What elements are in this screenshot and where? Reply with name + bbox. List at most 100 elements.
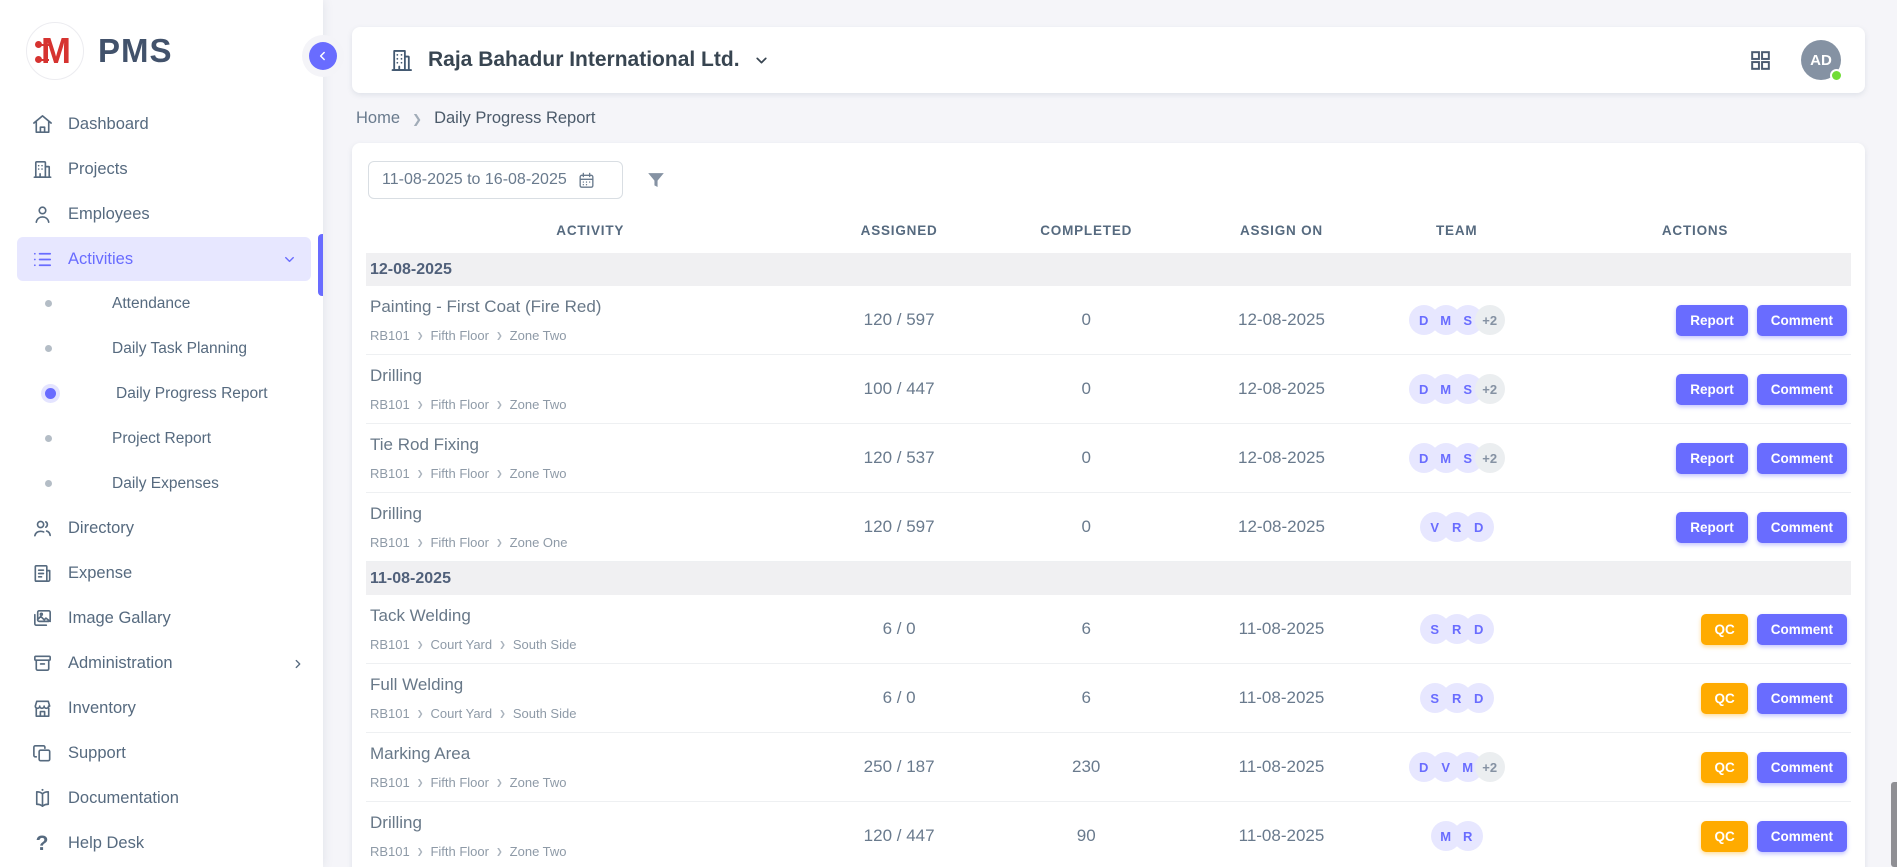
date-range-input[interactable]: 11-08-2025 to 16-08-2025 <box>368 161 623 199</box>
sidebar-item-daily-task-planning[interactable]: Daily Task Planning <box>0 326 323 371</box>
path-separator-icon: ❯ <box>499 640 506 649</box>
report-button[interactable]: Report <box>1676 305 1748 336</box>
building-icon <box>388 47 415 74</box>
path-separator-icon: ❯ <box>417 538 424 547</box>
sidebar-item-label: Image Gallary <box>68 609 171 628</box>
qc-button[interactable]: QC <box>1701 614 1747 645</box>
top-header: Raja Bahadur International Ltd. AD <box>352 27 1865 93</box>
team-avatars: MR <box>1374 821 1539 851</box>
qc-button[interactable]: QC <box>1701 821 1747 852</box>
sidebar-item-documentation[interactable]: Documentation <box>0 776 323 821</box>
table-row: Drilling RB101❯Fifth Floor❯Zone Two 100 … <box>366 355 1851 424</box>
assigned-value: 6 / 0 <box>814 688 983 708</box>
online-status-dot <box>1830 69 1843 82</box>
comment-button[interactable]: Comment <box>1757 821 1847 852</box>
sidebar-item-help-desk[interactable]: ? Help Desk <box>0 821 323 866</box>
sidebar-item-employees[interactable]: Employees <box>0 192 323 237</box>
assign-on-value: 11-08-2025 <box>1189 757 1375 777</box>
user-avatar[interactable]: AD <box>1801 40 1841 80</box>
breadcrumb-home-link[interactable]: Home <box>356 109 400 128</box>
path-segment: South Side <box>513 637 577 652</box>
column-header-activity: ACTIVITY <box>366 223 814 238</box>
comment-button[interactable]: Comment <box>1757 683 1847 714</box>
comment-button[interactable]: Comment <box>1757 374 1847 405</box>
chevron-left-icon <box>316 49 330 63</box>
sidebar-item-support[interactable]: Support <box>0 731 323 776</box>
bullet-icon <box>45 345 52 352</box>
path-segment: Fifth Floor <box>430 775 489 790</box>
sidebar-item-daily-expenses[interactable]: Daily Expenses <box>0 461 323 506</box>
team-more-badge: +2 <box>1475 443 1505 473</box>
actions-cell: Report Comment <box>1539 512 1851 543</box>
apps-grid-button[interactable] <box>1742 42 1779 79</box>
sidebar-item-label: Expense <box>68 564 132 583</box>
sidebar-item-inventory[interactable]: Inventory <box>0 686 323 731</box>
sidebar-item-label: Projects <box>68 160 128 179</box>
assigned-value: 120 / 537 <box>814 448 983 468</box>
store-icon <box>30 697 54 721</box>
comment-button[interactable]: Comment <box>1757 512 1847 543</box>
sidebar-item-label: Inventory <box>68 699 136 718</box>
sidebar-collapse-button[interactable] <box>309 42 337 70</box>
active-section-indicator <box>318 234 323 296</box>
assigned-value: 120 / 597 <box>814 310 983 330</box>
report-button[interactable]: Report <box>1676 512 1748 543</box>
sidebar-item-directory[interactable]: Directory <box>0 506 323 551</box>
comment-button[interactable]: Comment <box>1757 443 1847 474</box>
copy-icon <box>30 742 54 766</box>
receipt-icon <box>30 562 54 586</box>
qc-button[interactable]: QC <box>1701 683 1747 714</box>
breadcrumb-current: Daily Progress Report <box>434 109 595 128</box>
completed-value: 90 <box>984 826 1189 846</box>
comment-button[interactable]: Comment <box>1757 305 1847 336</box>
main-content: Raja Bahadur International Ltd. AD Home … <box>323 0 1897 867</box>
activity-title: Drilling <box>370 813 808 833</box>
completed-value: 0 <box>984 379 1189 399</box>
sidebar-item-dashboard[interactable]: Dashboard <box>0 102 323 147</box>
sidebar-item-project-report[interactable]: Project Report <box>0 416 323 461</box>
table-row: Tack Welding RB101❯Court Yard❯South Side… <box>366 595 1851 664</box>
sidebar-item-administration[interactable]: Administration <box>0 641 323 686</box>
comment-button[interactable]: Comment <box>1757 614 1847 645</box>
sidebar-item-expense[interactable]: Expense <box>0 551 323 596</box>
team-avatars: DMS+2 <box>1374 305 1539 335</box>
sidebar-item-label: Directory <box>68 519 134 538</box>
assign-on-value: 12-08-2025 <box>1189 517 1375 537</box>
calendar-icon <box>577 171 596 190</box>
image-icon <box>30 607 54 631</box>
company-selector[interactable]: Raja Bahadur International Ltd. <box>388 47 770 74</box>
comment-button[interactable]: Comment <box>1757 752 1847 783</box>
report-button[interactable]: Report <box>1676 374 1748 405</box>
path-segment: RB101 <box>370 706 410 721</box>
funnel-icon <box>645 169 667 191</box>
actions-cell: Report Comment <box>1539 374 1851 405</box>
sidebar-item-label: Daily Progress Report <box>116 385 268 403</box>
table-row: Drilling RB101❯Fifth Floor❯Zone Two 120 … <box>366 802 1851 867</box>
sidebar-item-projects[interactable]: Projects <box>0 147 323 192</box>
path-separator-icon: ❯ <box>417 331 424 340</box>
path-separator-icon: ❯ <box>417 778 424 787</box>
company-name: Raja Bahadur International Ltd. <box>428 48 740 72</box>
path-segment: Zone One <box>510 535 568 550</box>
sidebar-item-image-gallary[interactable]: Image Gallary <box>0 596 323 641</box>
sidebar-item-attendance[interactable]: Attendance <box>0 281 323 326</box>
scrollbar-thumb[interactable] <box>1891 782 1897 867</box>
bullet-icon <box>45 300 52 307</box>
chevron-down-icon <box>282 252 297 267</box>
table-row: Full Welding RB101❯Court Yard❯South Side… <box>366 664 1851 733</box>
report-button[interactable]: Report <box>1676 443 1748 474</box>
activity-path: RB101❯Court Yard❯South Side <box>370 706 808 721</box>
actions-cell: QC Comment <box>1539 614 1851 645</box>
activity-path: RB101❯Fifth Floor❯Zone Two <box>370 397 808 412</box>
team-avatar: R <box>1453 821 1483 851</box>
path-segment: South Side <box>513 706 577 721</box>
path-separator-icon: ❯ <box>496 331 503 340</box>
grid-icon <box>1748 48 1773 73</box>
activity-title: Drilling <box>370 504 808 524</box>
activity-title: Drilling <box>370 366 808 386</box>
sidebar-item-activities[interactable]: Activities <box>17 237 311 281</box>
qc-button[interactable]: QC <box>1701 752 1747 783</box>
sidebar-item-daily-progress-report[interactable]: Daily Progress Report <box>0 371 323 416</box>
filter-button[interactable] <box>645 169 667 191</box>
path-segment: Zone Two <box>510 466 567 481</box>
